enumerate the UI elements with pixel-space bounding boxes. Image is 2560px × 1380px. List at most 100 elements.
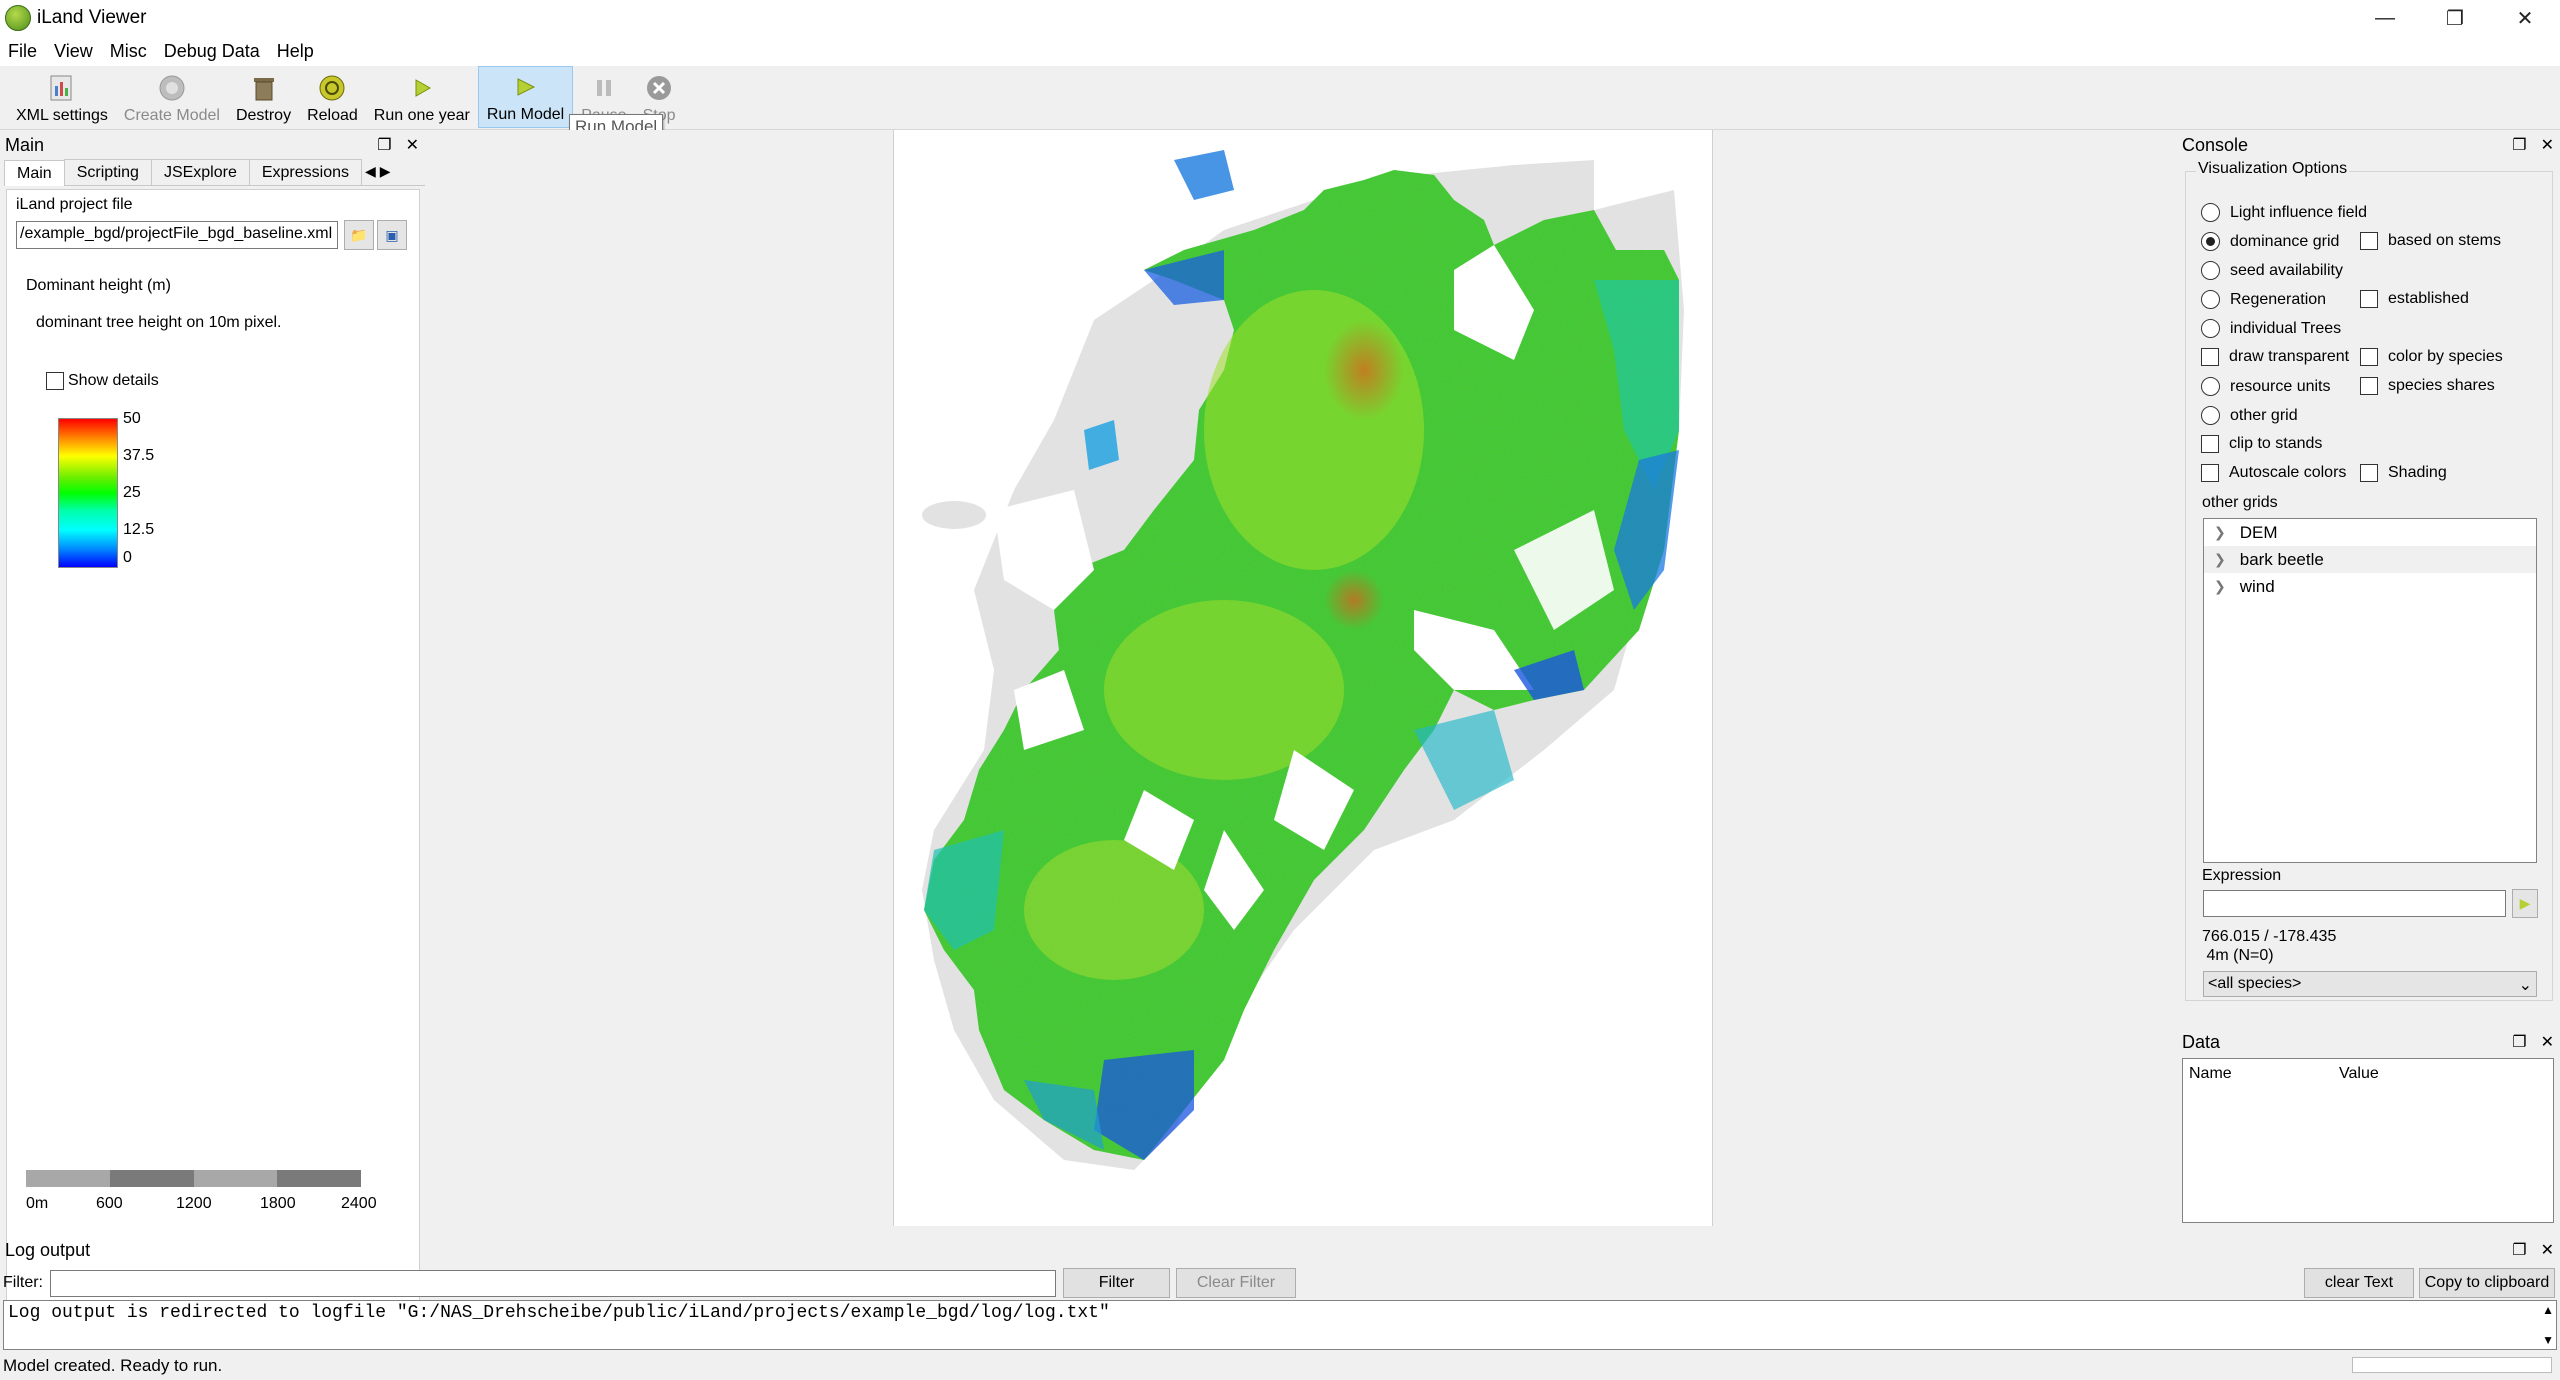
tab-main[interactable]: Main — [4, 160, 65, 186]
checkbox-clip-to-stands[interactable] — [2201, 435, 2219, 453]
main-dock-header: Main ❐ ✕ — [0, 131, 425, 159]
scale-segment — [26, 1170, 110, 1187]
radio-dominance[interactable] — [2201, 232, 2220, 251]
toolbar: XML settings Create Model Destroy Reload… — [0, 66, 2560, 130]
autoscale-label: Autoscale colors — [2229, 464, 2347, 481]
option-established[interactable]: established — [2360, 290, 2469, 308]
tab-scripting[interactable]: Scripting — [63, 159, 152, 185]
species-select[interactable]: <all species> ⌄ — [2203, 971, 2537, 997]
close-icon[interactable]: ✕ — [2541, 135, 2554, 155]
show-details-checkbox[interactable]: Show details — [46, 372, 159, 390]
radio-resource-units[interactable] — [2201, 377, 2220, 396]
option-clip-to-stands[interactable]: clip to stands — [2201, 435, 2322, 453]
clear-text-button[interactable]: clear Text — [2304, 1268, 2414, 1298]
expand-icon[interactable]: ❯ — [2214, 551, 2226, 568]
close-icon[interactable]: ✕ — [406, 135, 419, 155]
radio-light[interactable] — [2201, 203, 2220, 222]
radio-individual-trees[interactable] — [2201, 319, 2220, 338]
scale-bar — [26, 1170, 361, 1187]
checkbox-autoscale[interactable] — [2201, 464, 2219, 482]
tab-expressions[interactable]: Expressions — [248, 159, 363, 185]
option-light-influence[interactable]: Light influence field — [2201, 203, 2367, 222]
progress-bar — [2352, 1357, 2552, 1373]
window-controls: — ❐ ✕ — [2350, 0, 2560, 36]
checkbox-color-by-species[interactable] — [2360, 348, 2378, 366]
browse-folder-button[interactable]: 📁 — [344, 220, 374, 250]
open-project-button[interactable]: ▣ — [377, 220, 407, 250]
clear-filter-button[interactable]: Clear Filter — [1176, 1268, 1296, 1298]
forest-map[interactable] — [894, 130, 1714, 1226]
project-file-input[interactable]: /example_bgd/projectFile_bgd_baseline.xm… — [16, 221, 338, 249]
close-icon[interactable]: ✕ — [2490, 0, 2560, 36]
copy-to-clipboard-button[interactable]: Copy to clipboard — [2419, 1268, 2555, 1298]
scroll-down-icon[interactable]: ▼ — [2542, 1333, 2554, 1347]
menu-help[interactable]: Help — [277, 41, 314, 62]
option-seed[interactable]: seed availability — [2201, 261, 2343, 280]
float-icon[interactable]: ❐ — [2512, 1032, 2526, 1052]
checkbox-shading[interactable] — [2360, 464, 2378, 482]
show-details-box[interactable] — [46, 372, 64, 390]
filter-input[interactable] — [50, 1270, 1056, 1297]
run-model-button[interactable]: Run Model — [477, 66, 574, 128]
other-grids-tree[interactable]: ❯ DEM ❯ bark beetle ❯ wind — [2203, 518, 2537, 863]
expression-input[interactable] — [2203, 890, 2506, 917]
run-one-year-button[interactable]: Run one year — [366, 66, 478, 128]
map-viewport[interactable] — [430, 130, 2175, 1226]
scroll-up-icon[interactable]: ▲ — [2542, 1303, 2554, 1317]
radio-other-grid[interactable] — [2201, 406, 2220, 425]
checkbox-established[interactable] — [2360, 290, 2378, 308]
log-text-area[interactable]: Log output is redirected to logfile "G:/… — [3, 1300, 2557, 1350]
option-dominance[interactable]: dominance grid — [2201, 232, 2339, 251]
expand-icon[interactable]: ❯ — [2214, 524, 2226, 541]
tab-jsexplore[interactable]: JSExplore — [150, 159, 250, 185]
menu-view[interactable]: View — [54, 41, 93, 62]
filter-button[interactable]: Filter — [1063, 1268, 1170, 1298]
column-value[interactable]: Value — [2333, 1065, 2379, 1083]
close-icon[interactable]: ✕ — [2541, 1240, 2554, 1260]
data-dock: Data ❐ ✕ Name Value — [2177, 1028, 2560, 1228]
minimize-icon[interactable]: — — [2350, 0, 2420, 36]
expand-icon[interactable]: ❯ — [2214, 578, 2226, 595]
status-text: Model created. Ready to run. — [3, 1356, 223, 1375]
option-shading[interactable]: Shading — [2360, 464, 2447, 482]
data-table[interactable]: Name Value — [2182, 1058, 2554, 1223]
destroy-button[interactable]: Destroy — [228, 66, 299, 128]
reload-button[interactable]: Reload — [299, 66, 366, 128]
tree-item-wind[interactable]: ❯ wind — [2204, 573, 2536, 600]
column-name[interactable]: Name — [2183, 1065, 2333, 1083]
option-autoscale[interactable]: Autoscale colors — [2201, 464, 2346, 482]
create-model-button[interactable]: Create Model — [116, 66, 228, 128]
forest-hotspot — [1324, 320, 1404, 420]
checkbox-based-on-stems[interactable] — [2360, 232, 2378, 250]
float-icon[interactable]: ❐ — [377, 135, 391, 155]
restore-icon[interactable]: ❐ — [2420, 0, 2490, 36]
option-regeneration[interactable]: Regeneration — [2201, 290, 2326, 309]
map-canvas[interactable] — [893, 130, 1713, 1226]
checkbox-draw-transparent[interactable] — [2201, 348, 2219, 366]
float-icon[interactable]: ❐ — [2512, 135, 2526, 155]
tree-item-label: wind — [2239, 576, 2275, 596]
option-color-by-species[interactable]: color by species — [2360, 348, 2503, 366]
window-icon: ▣ — [385, 226, 399, 243]
option-individual-trees[interactable]: individual Trees — [2201, 319, 2341, 338]
close-icon[interactable]: ✕ — [2541, 1032, 2554, 1052]
run-expression-button[interactable]: ▶ — [2512, 889, 2538, 918]
main-dock: Main ❐ ✕ Main Scripting JSExplore Expres… — [0, 131, 425, 1349]
option-based-on-stems[interactable]: based on stems — [2360, 232, 2501, 250]
option-resource-units[interactable]: resource units — [2201, 377, 2331, 396]
radio-seed[interactable] — [2201, 261, 2220, 280]
tab-scroll-right-icon[interactable]: ▶ — [380, 159, 391, 185]
menu-misc[interactable]: Misc — [110, 41, 147, 62]
menu-debug-data[interactable]: Debug Data — [164, 41, 260, 62]
option-species-shares[interactable]: species shares — [2360, 377, 2495, 395]
option-other-grid[interactable]: other grid — [2201, 406, 2298, 425]
float-icon[interactable]: ❐ — [2512, 1240, 2526, 1260]
option-draw-transparent[interactable]: draw transparent — [2201, 348, 2349, 366]
radio-regeneration[interactable] — [2201, 290, 2220, 309]
tree-item-dem[interactable]: ❯ DEM — [2204, 519, 2536, 546]
xml-settings-button[interactable]: XML settings — [8, 66, 116, 128]
menu-file[interactable]: File — [8, 41, 37, 62]
checkbox-species-shares[interactable] — [2360, 377, 2378, 395]
tree-item-bark-beetle[interactable]: ❯ bark beetle — [2204, 546, 2536, 573]
tab-scroll-left-icon[interactable]: ◀ — [365, 159, 376, 185]
